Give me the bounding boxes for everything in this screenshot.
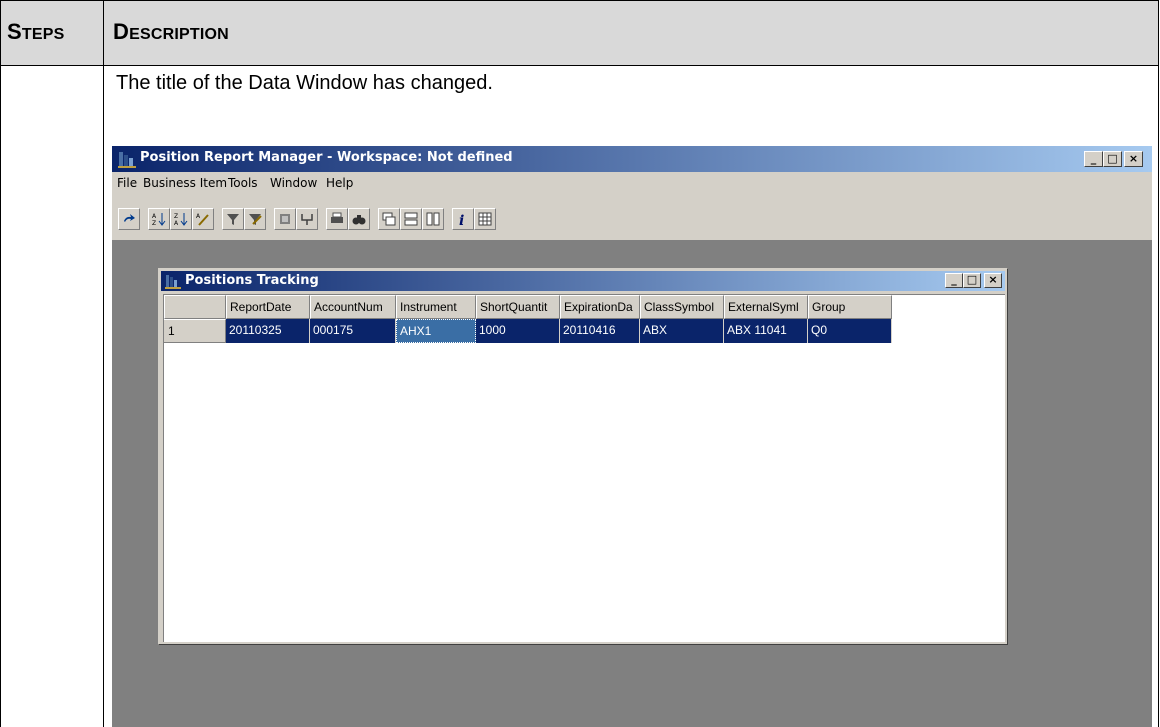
column-header-shortquantity[interactable]: ShortQuantit (476, 295, 560, 319)
app-icon (118, 152, 136, 168)
row-header-1[interactable]: 1 (164, 319, 226, 343)
svg-text:A: A (152, 213, 157, 220)
column-header-group[interactable]: Group (808, 295, 892, 319)
sort-ascending-icon[interactable]: AZ (148, 208, 170, 230)
child-title-bar[interactable]: Positions Tracking _ □ × (161, 271, 1005, 291)
data-grid: ReportDate AccountNum Instrument ShortQu… (163, 294, 1005, 642)
header-steps: STEPS (7, 19, 65, 44)
cell-accountnum[interactable]: 000175 (310, 319, 396, 343)
child-window-icon (165, 275, 181, 289)
cell-expirationdate[interactable]: 20110416 (560, 319, 640, 343)
refresh-icon[interactable] (118, 208, 140, 230)
sort-custom-icon[interactable]: A (192, 208, 214, 230)
find-icon[interactable] (348, 208, 370, 230)
column-header-reportdate[interactable]: ReportDate (226, 295, 310, 319)
tile-horizontal-icon[interactable] (400, 208, 422, 230)
print-icon[interactable] (326, 208, 348, 230)
menu-file[interactable]: File (117, 176, 137, 190)
cell-group[interactable]: Q0 (808, 319, 892, 343)
minimize-button[interactable]: _ (1084, 151, 1103, 167)
menu-business-item[interactable]: Business Item (143, 176, 227, 190)
child-close-button[interactable]: × (984, 273, 1002, 288)
svg-text:A: A (174, 220, 179, 227)
step-description: The title of the Data Window has changed… (116, 72, 493, 94)
pivot-icon[interactable] (296, 208, 318, 230)
header-description: DESCRIPTION (113, 19, 229, 44)
cell-externalsymbol[interactable]: ABX 11041 (724, 319, 808, 343)
tile-vertical-icon[interactable] (422, 208, 444, 230)
toolbar: AZ ZA A i (112, 194, 1152, 241)
menu-help[interactable]: Help (326, 176, 353, 190)
app-window: Position Report Manager - Workspace: Not… (112, 146, 1152, 727)
column-header-accountnum[interactable]: AccountNum (310, 295, 396, 319)
child-title: Positions Tracking (185, 273, 319, 288)
svg-text:Z: Z (152, 220, 156, 227)
menu-window[interactable]: Window (270, 176, 317, 190)
column-header-instrument[interactable]: Instrument (396, 295, 476, 319)
close-button[interactable]: × (1124, 151, 1143, 167)
filter-icon[interactable] (222, 208, 244, 230)
menu-tools[interactable]: Tools (228, 176, 258, 190)
svg-text:Z: Z (174, 213, 178, 220)
table-border-top (0, 0, 1159, 1)
column-header-classsymbol[interactable]: ClassSymbol (640, 295, 724, 319)
child-minimize-button[interactable]: _ (945, 273, 963, 288)
column-header-expirationdate[interactable]: ExpirationDa (560, 295, 640, 319)
column-divider (103, 0, 104, 727)
positions-tracking-window: Positions Tracking _ □ × ReportDate Acco… (158, 268, 1008, 645)
child-maximize-button[interactable]: □ (963, 273, 981, 288)
maximize-button[interactable]: □ (1103, 151, 1122, 167)
app-title-bar[interactable]: Position Report Manager - Workspace: Not… (112, 146, 1152, 172)
filter-custom-icon[interactable] (244, 208, 266, 230)
group-icon[interactable] (274, 208, 296, 230)
column-header-externalsymbol[interactable]: ExternalSyml (724, 295, 808, 319)
cell-classsymbol[interactable]: ABX (640, 319, 724, 343)
sort-descending-icon[interactable]: ZA (170, 208, 192, 230)
table-border-right (1158, 0, 1159, 727)
svg-text:A: A (196, 213, 201, 220)
cell-shortquantity[interactable]: 1000 (476, 319, 560, 343)
info-icon[interactable]: i (452, 208, 474, 230)
cell-instrument[interactable]: AHX1 (396, 319, 476, 343)
grid-corner-header[interactable] (164, 295, 226, 319)
table-border-left (0, 0, 1, 727)
tile-cascade-icon[interactable] (378, 208, 400, 230)
cell-reportdate[interactable]: 20110325 (226, 319, 310, 343)
grid-icon[interactable] (474, 208, 496, 230)
menu-bar: File Business Item Tools Window Help (112, 172, 1152, 194)
svg-text:i: i (459, 213, 464, 227)
app-title: Position Report Manager - Workspace: Not… (140, 150, 513, 165)
